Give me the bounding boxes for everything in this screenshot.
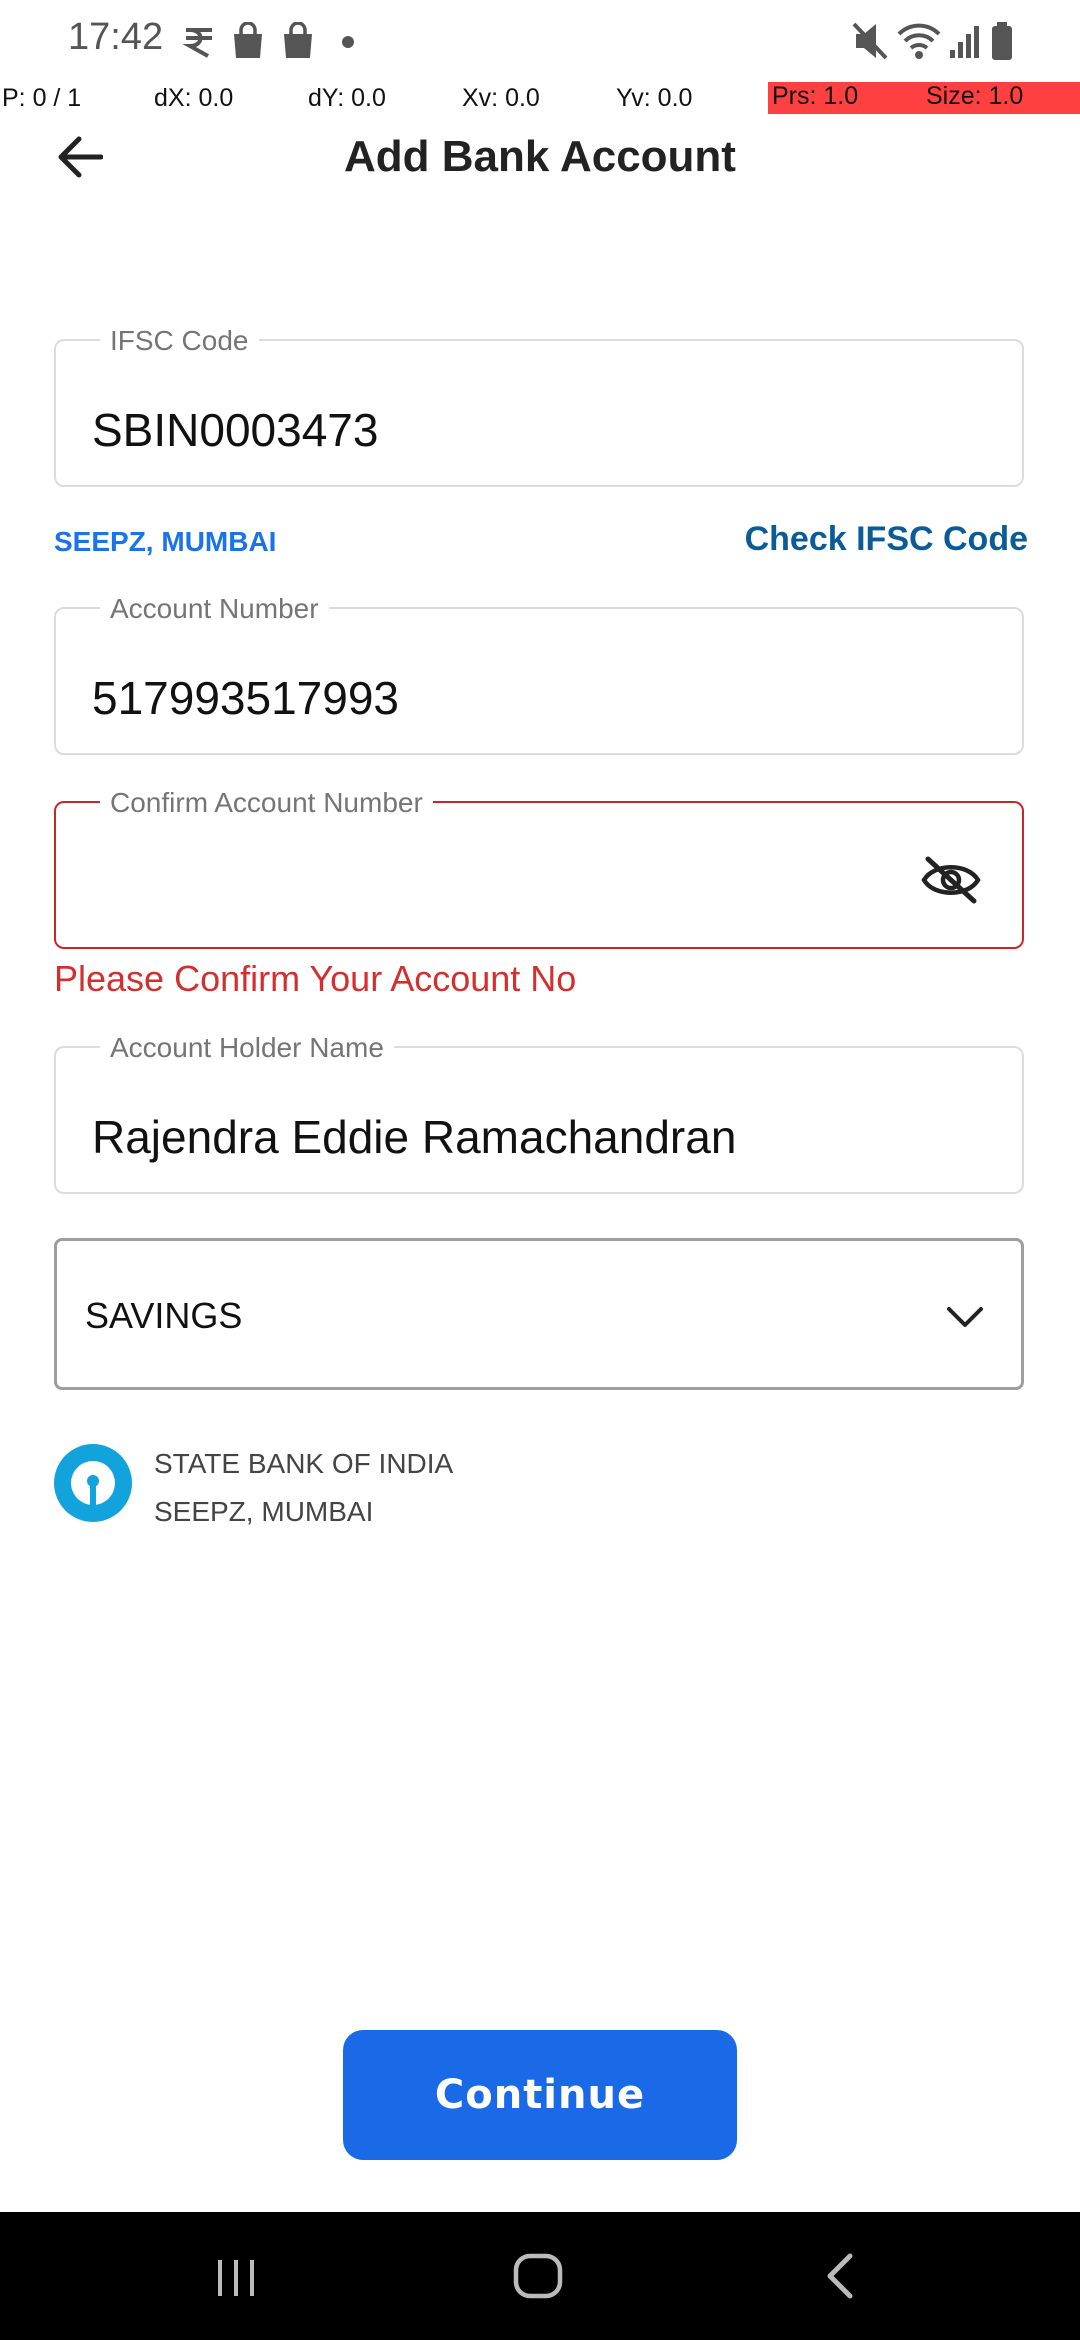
- pointer-location-overlay: P: 0 / 1 dX: 0.0 dY: 0.0 Xv: 0.0 Yv: 0.0…: [0, 82, 1080, 116]
- home-icon[interactable]: [508, 2248, 568, 2304]
- bank-name: STATE BANK OF INDIA: [154, 1448, 454, 1479]
- recent-apps-icon[interactable]: [206, 2248, 266, 2304]
- account-holder-name-value: Rajendra Eddie Ramachandran: [92, 1111, 737, 1163]
- pointer-size: Size: 1.0: [922, 82, 1080, 114]
- continue-button[interactable]: Continue: [343, 2030, 737, 2160]
- sbi-logo-icon: [54, 1444, 132, 1522]
- pointer-xv: Xv: 0.0: [462, 84, 540, 112]
- pointer-yv: Yv: 0.0: [616, 84, 693, 112]
- account-holder-name-label: Account Holder Name: [100, 1032, 394, 1064]
- mute-icon: [852, 22, 888, 60]
- navigation-bar: [0, 2212, 1080, 2340]
- account-number-label: Account Number: [100, 593, 329, 625]
- wifi-icon: [897, 23, 941, 59]
- pointer-dx: dX: 0.0: [154, 84, 234, 112]
- check-ifsc-code-link[interactable]: Check IFSC Code: [745, 520, 1028, 559]
- account-holder-name-field[interactable]: Account Holder Name Rajendra Eddie Ramac…: [54, 1032, 1024, 1194]
- confirm-account-number-field[interactable]: Confirm Account Number: [54, 787, 1024, 949]
- status-time: 17:42: [68, 16, 164, 58]
- account-type-selected: SAVINGS: [85, 1295, 243, 1336]
- rupee-notification-icon: [182, 28, 212, 58]
- chevron-down-icon: [947, 1307, 983, 1327]
- ifsc-code-field[interactable]: IFSC Code SBIN0003473: [54, 325, 1024, 487]
- battery-icon: [992, 22, 1012, 60]
- eye-off-icon[interactable]: [920, 855, 982, 905]
- account-type-dropdown[interactable]: SAVINGS: [54, 1238, 1024, 1390]
- shopping-bag-icon: [234, 22, 262, 58]
- status-bar: 17:42: [0, 0, 1080, 82]
- confirm-account-number-label: Confirm Account Number: [100, 787, 433, 819]
- back-nav-icon[interactable]: [812, 2248, 872, 2304]
- ifsc-code-value: SBIN0003473: [92, 404, 379, 456]
- confirm-account-error: Please Confirm Your Account No: [54, 958, 577, 999]
- shopping-bag-icon: [284, 22, 312, 58]
- dot-icon: [342, 36, 354, 48]
- pointer-pressure: Prs: 1.0: [768, 82, 922, 114]
- ifsc-code-label: IFSC Code: [100, 325, 259, 357]
- account-number-value: 517993517993: [92, 672, 399, 724]
- pointer-dy: dY: 0.0: [308, 84, 386, 112]
- account-number-field[interactable]: Account Number 517993517993: [54, 593, 1024, 755]
- signal-icon: [950, 26, 979, 58]
- pointer-count: P: 0 / 1: [2, 84, 82, 112]
- page-title: Add Bank Account: [344, 132, 736, 181]
- ifsc-branch-hint: SEEPZ, MUMBAI: [54, 526, 277, 557]
- bank-branch: SEEPZ, MUMBAI: [154, 1496, 374, 1527]
